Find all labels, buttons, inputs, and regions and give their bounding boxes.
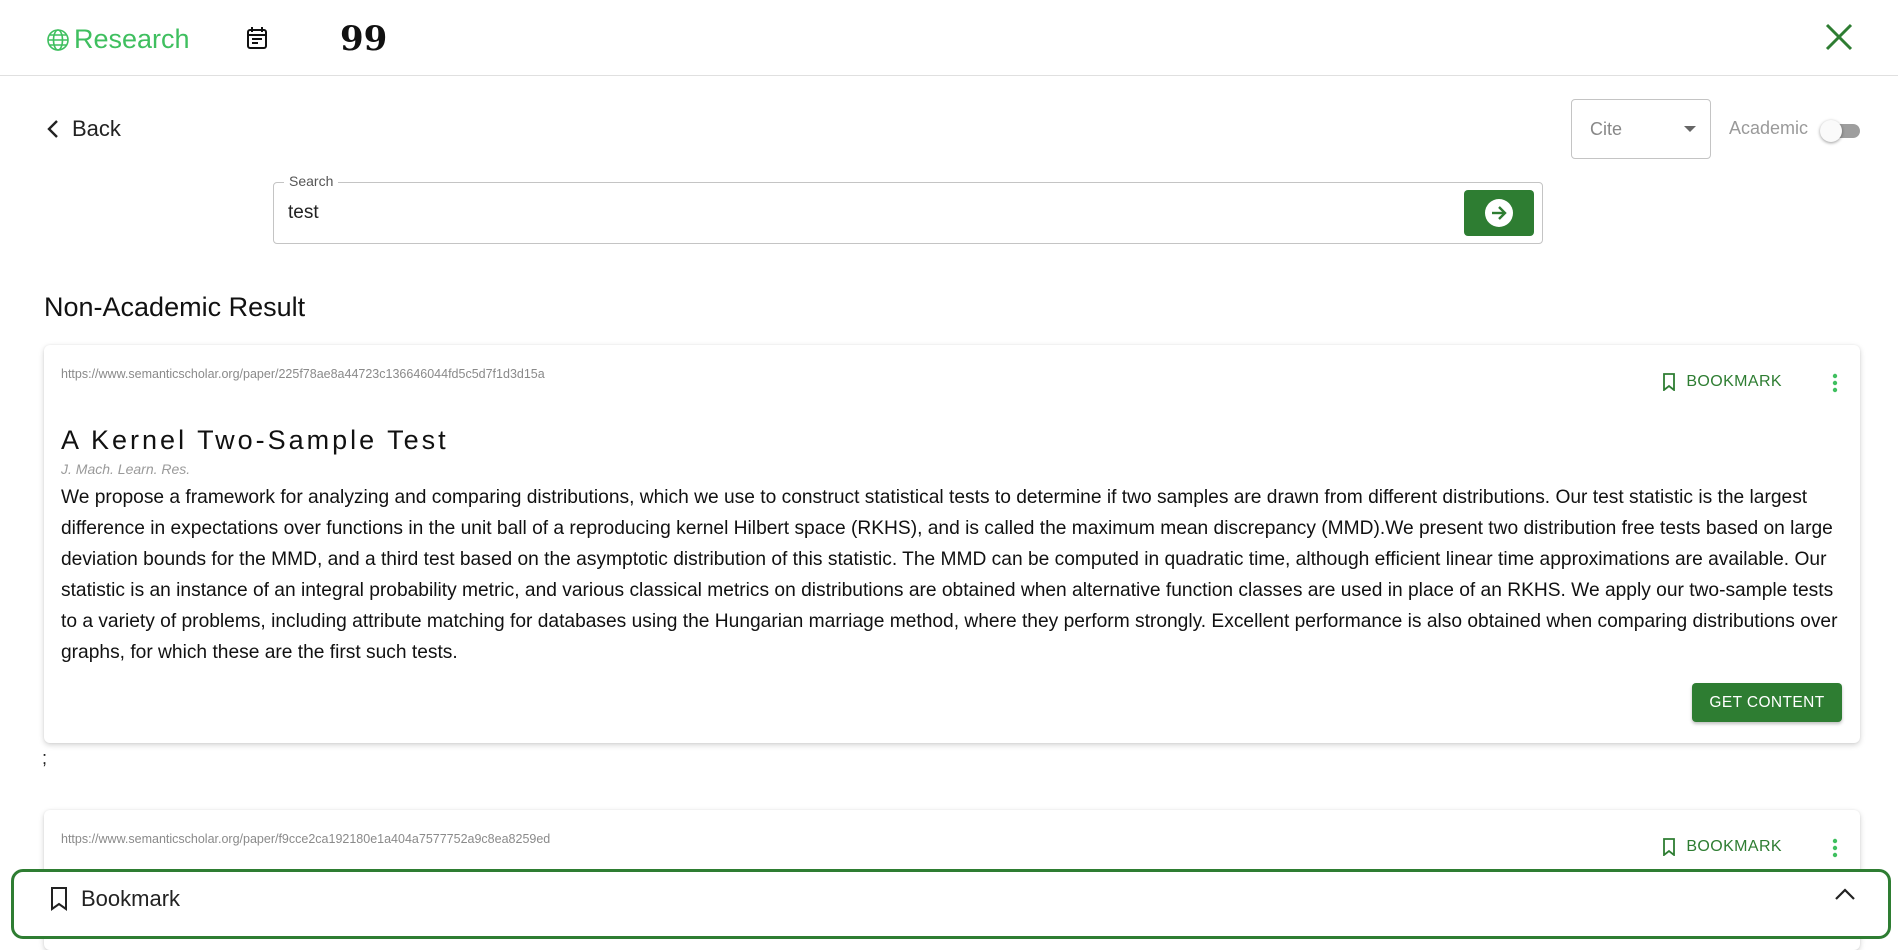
cite-value: Cite xyxy=(1590,118,1623,139)
brand-link[interactable]: Research xyxy=(46,24,190,55)
toggle-thumb xyxy=(1820,120,1842,142)
back-label: Back xyxy=(72,116,121,141)
section-title: Non-Academic Result xyxy=(44,292,306,322)
result-card: https://www.semanticscholar.org/paper/22… xyxy=(44,345,1860,743)
brand-label: Research xyxy=(74,24,190,54)
more-vert-icon[interactable] xyxy=(1832,838,1838,858)
academic-toggle[interactable] xyxy=(1820,120,1860,142)
search-submit-button[interactable] xyxy=(1464,190,1534,236)
more-vert-icon[interactable] xyxy=(1832,373,1838,393)
result-abstract: We propose a framework for analyzing and… xyxy=(61,487,1838,663)
globe-icon xyxy=(47,28,69,51)
bookmark-button[interactable]: BOOKMARK xyxy=(1662,838,1782,856)
bookmark-label: BOOKMARK xyxy=(1686,838,1782,855)
calendar-icon[interactable] xyxy=(246,26,268,50)
chevron-left-icon xyxy=(47,120,58,138)
result-separator: ; xyxy=(42,748,48,768)
caret-down-icon xyxy=(1684,126,1696,132)
back-button[interactable]: Back xyxy=(46,116,121,142)
cite-select[interactable]: Cite xyxy=(1571,99,1711,159)
academic-label: Academic xyxy=(1729,118,1809,138)
result-url[interactable]: https://www.semanticscholar.org/paper/f9… xyxy=(61,832,550,846)
bookmark-drawer[interactable]: Bookmark xyxy=(11,869,1891,939)
top-bar: Research 99 xyxy=(0,0,1898,76)
quote-icon[interactable]: 99 xyxy=(340,22,387,56)
close-icon[interactable] xyxy=(1824,22,1854,52)
arrow-right-circle-icon xyxy=(1485,199,1513,227)
get-content-button[interactable]: GET CONTENT xyxy=(1692,683,1842,722)
bookmark-drawer-label: Bookmark xyxy=(81,886,181,911)
bookmark-icon xyxy=(51,887,67,911)
search-field: Search xyxy=(273,173,1543,244)
bookmark-icon xyxy=(1663,838,1676,856)
bookmark-icon xyxy=(1663,373,1676,391)
search-legend: Search xyxy=(284,173,339,189)
search-input[interactable] xyxy=(288,202,1388,224)
bookmark-label: BOOKMARK xyxy=(1686,373,1782,390)
result-journal: J. Mach. Learn. Res. xyxy=(61,461,191,477)
result-url[interactable]: https://www.semanticscholar.org/paper/22… xyxy=(61,367,545,381)
result-title: A Kernel Two-Sample Test xyxy=(61,425,449,455)
chevron-up-icon[interactable] xyxy=(1834,887,1856,901)
bookmark-button[interactable]: BOOKMARK xyxy=(1662,373,1782,391)
